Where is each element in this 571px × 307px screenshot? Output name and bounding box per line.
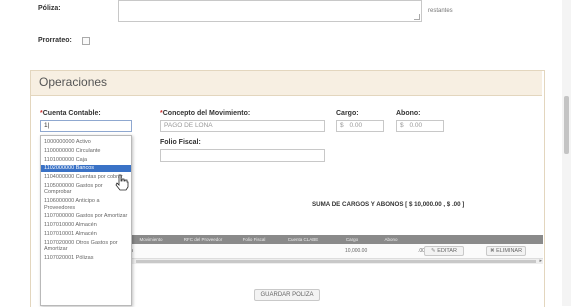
cuenta-contable-input[interactable]: 1|	[40, 120, 132, 132]
save-poliza-label: GUARDAR POLIZA	[260, 292, 314, 298]
cargo-currency: $	[340, 122, 344, 129]
cuenta-contable-value: 1|	[44, 122, 50, 129]
cargo-amount: 0.00	[349, 122, 363, 129]
dropdown-item[interactable]: 1107010001 Almacén	[41, 231, 131, 237]
operaciones-title: Operaciones	[39, 75, 108, 89]
dropdown-item[interactable]: 1106000000 Anticipo a Proveedores	[41, 198, 131, 211]
suma-cargos-abonos: SUMA DE CARGOS Y ABONOS [ $ 10,000.00 , …	[312, 201, 465, 208]
cargo-input[interactable]: $ 0.00	[336, 120, 384, 132]
prorrateo-label: Prorrateo:	[38, 37, 72, 44]
dropdown-item[interactable]: 1107020001 Pólizas	[41, 255, 131, 261]
folio-fiscal-input[interactable]	[160, 149, 325, 162]
restantes-label: restantes	[428, 8, 453, 14]
edit-button-label: EDITAR	[437, 248, 457, 254]
prorrateo-checkbox[interactable]	[82, 37, 90, 45]
poliza-label: Póliza:	[38, 5, 61, 12]
cargo-label: Cargo:	[336, 110, 359, 117]
dropdown-list: 1000000000 Activo 1100000000 Circulante 11…	[41, 139, 131, 261]
concepto-input[interactable]: PAGO DE LONA	[160, 120, 325, 132]
edit-button[interactable]: ✎ EDITAR	[424, 246, 464, 256]
th-cuenta-clabe: Cuenta CLABE	[287, 237, 319, 242]
cuenta-dropdown[interactable]: 1000000000 Activo 1100000000 Circulante 11…	[40, 135, 132, 306]
th-movimiento: Movimiento	[139, 237, 163, 242]
delete-button-label: ELIMINAR	[496, 248, 523, 254]
th-folio: Folio Fiscal	[242, 237, 266, 242]
concepto-label: *Concepto del Movimiento:	[160, 110, 251, 117]
abono-value: $ 0.00	[397, 121, 443, 131]
abono-amount: 0.00	[409, 122, 423, 129]
dropdown-item[interactable]: 1107010000 Almacén	[41, 222, 131, 228]
page-scrollbar-thumb[interactable]	[564, 96, 569, 154]
page-scrollbar[interactable]	[562, 0, 571, 306]
dropdown-item[interactable]: 1107000000 Gastos por Amortizar	[41, 213, 131, 219]
delete-button[interactable]: ✖ ELIMINAR	[486, 246, 526, 256]
concepto-label-text: Concepto del Movimiento:	[162, 110, 251, 117]
abono-label: Abono:	[396, 110, 421, 117]
concepto-value: PAGO DE LONA	[164, 122, 213, 129]
cuenta-contable-label: *Cuenta Contable:	[40, 110, 101, 117]
dropdown-item[interactable]: 1102000000 Bancos	[41, 165, 131, 172]
hand-cursor-icon	[114, 174, 130, 191]
resize-handle-icon[interactable]	[414, 14, 420, 20]
dropdown-item[interactable]: 1101000000 Caja	[41, 157, 131, 163]
dropdown-item[interactable]: 1100000000 Circulante	[41, 148, 131, 154]
row-cargo: 10,000.00	[345, 248, 368, 254]
poliza-textarea[interactable]	[118, 0, 422, 22]
pencil-icon: ✎	[431, 248, 436, 254]
folio-fiscal-label: Folio Fiscal:	[160, 139, 201, 146]
th-cargo: Cargo	[345, 237, 359, 242]
trash-icon: ✖	[489, 248, 495, 254]
th-abono: Abono	[384, 237, 398, 242]
scroll-right-icon[interactable]: ▸	[539, 258, 542, 264]
abono-currency: $	[400, 122, 404, 129]
th-rfc: RFC del Proveedor	[183, 237, 223, 242]
save-poliza-button[interactable]: GUARDAR POLIZA	[254, 289, 320, 301]
operaciones-header: Operaciones	[31, 71, 542, 96]
cuenta-contable-label-text: Cuenta Contable:	[42, 110, 101, 117]
dropdown-item[interactable]: 1000000000 Activo	[41, 139, 131, 145]
dropdown-item[interactable]: 1107020000 Otros Gastos por Amortizar	[41, 240, 131, 253]
cargo-value: $ 0.00	[337, 121, 383, 131]
abono-input[interactable]: $ 0.00	[396, 120, 444, 132]
table-scrollbar-thumb[interactable]	[136, 260, 536, 263]
